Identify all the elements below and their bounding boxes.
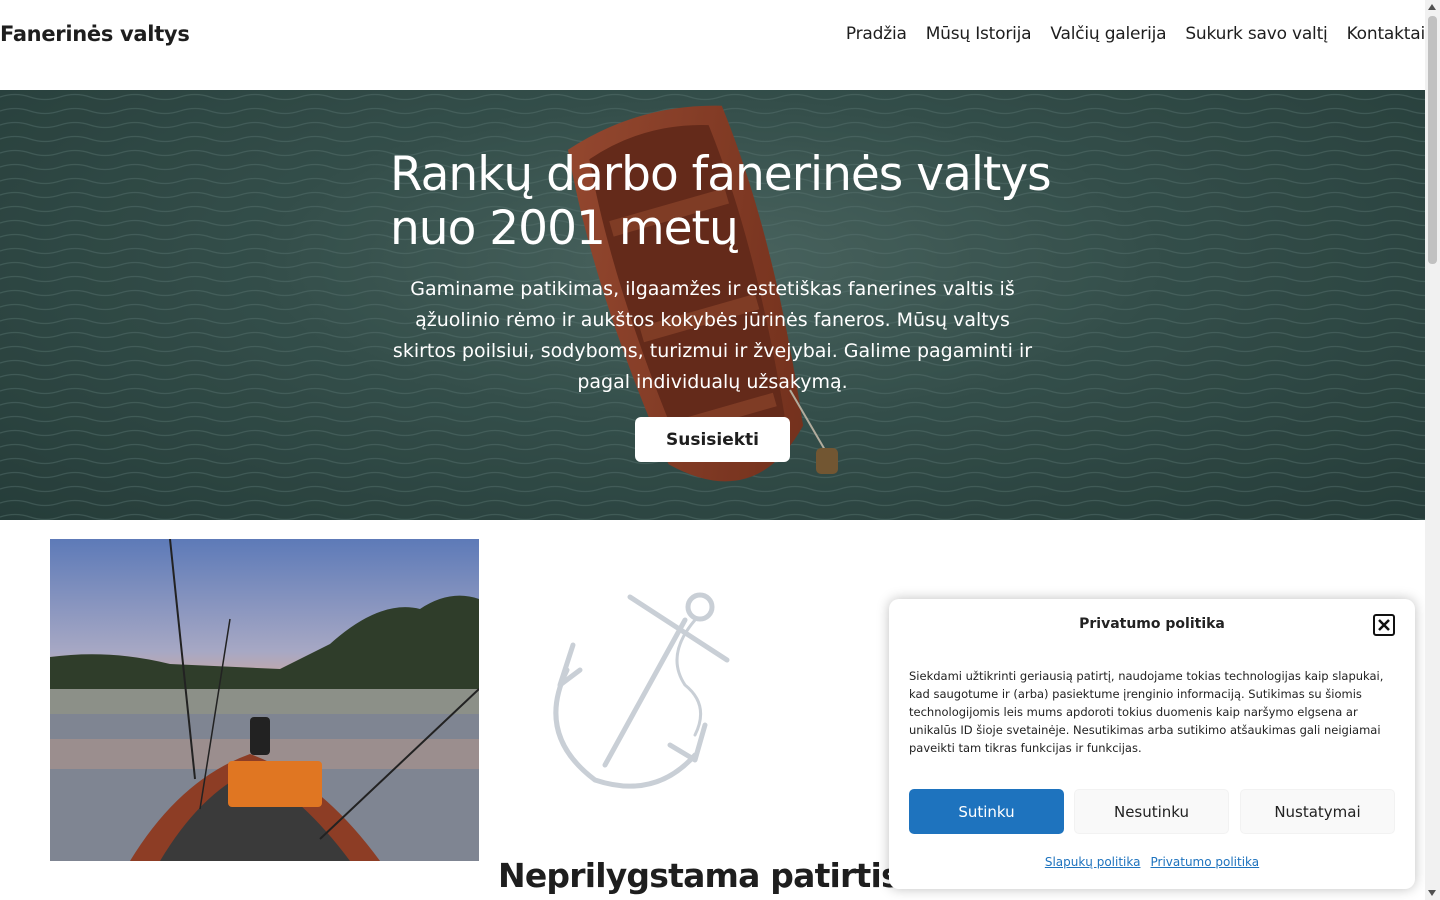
site-header: Fanerinės valtys Pradžia Mūsų Istorija V…	[0, 0, 1425, 90]
site-brand[interactable]: Fanerinės valtys	[0, 22, 190, 46]
nav-item-contacts[interactable]: Kontaktai	[1347, 24, 1426, 44]
nav-item-gallery[interactable]: Valčių galerija	[1050, 24, 1166, 44]
cookie-consent-dialog: Privatumo politika Siekdami užtikrinti g…	[889, 599, 1415, 889]
cookie-policy-links: Slapukų politika Privatumo politika	[889, 855, 1415, 869]
fishing-boat-photo	[50, 539, 479, 861]
cookie-dialog-text: Siekdami užtikrinti geriausią patirtį, n…	[909, 669, 1384, 755]
scrollbar-thumb[interactable]	[1428, 16, 1437, 264]
nav-item-home[interactable]: Pradžia	[846, 24, 907, 44]
page-scrollbar[interactable]	[1425, 0, 1440, 900]
hero-title: Rankų darbo fanerinės valtys nuo 2001 me…	[390, 147, 1052, 256]
anchor-icon	[535, 585, 735, 795]
deny-cookies-button[interactable]: Nesutinku	[1074, 789, 1229, 834]
cookie-policy-link[interactable]: Slapukų politika	[1045, 855, 1141, 869]
close-icon[interactable]	[1373, 614, 1395, 636]
main-nav: Pradžia Mūsų Istorija Valčių galerija Su…	[846, 24, 1425, 44]
contact-button[interactable]: Susisiekti	[635, 417, 790, 462]
scroll-down-arrow-icon[interactable]	[1428, 890, 1436, 896]
hero-section: Rankų darbo fanerinės valtys nuo 2001 me…	[0, 90, 1425, 520]
cookie-preferences-button[interactable]: Nustatymai	[1240, 789, 1395, 834]
privacy-policy-link[interactable]: Privatumo politika	[1150, 855, 1259, 869]
scroll-up-arrow-icon[interactable]	[1428, 4, 1436, 10]
nav-item-history[interactable]: Mūsų Istorija	[926, 24, 1032, 44]
accept-cookies-button[interactable]: Sutinku	[909, 789, 1064, 834]
cookie-dialog-title: Privatumo politika	[1079, 616, 1225, 632]
hero-description: Gaminame patikimas, ilgaamžes ir estetiš…	[392, 278, 1033, 393]
section-heading: Neprilygstama patirtis	[498, 856, 901, 895]
nav-item-build[interactable]: Sukurk savo valtį	[1185, 24, 1327, 44]
